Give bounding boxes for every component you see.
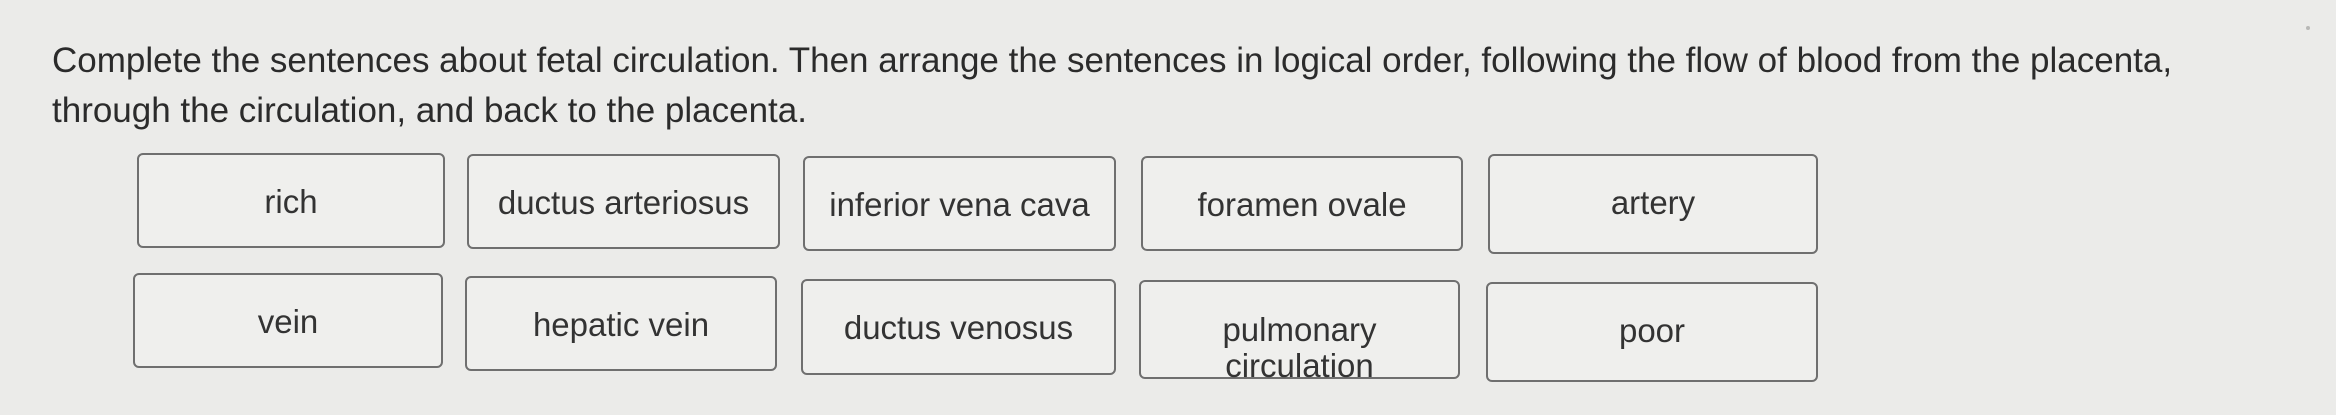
word-tile-label: foramen ovale	[1197, 186, 1407, 223]
word-tile-label: poor	[1618, 312, 1686, 349]
word-tile-label: vein	[257, 303, 319, 340]
word-tile-label: inferior vena cava	[829, 186, 1090, 223]
word-tile-label: ductus venosus	[843, 309, 1074, 346]
word-tile-ductus-arteriosus[interactable]: ductus arteriosus	[467, 154, 780, 249]
word-tile-label: ductus arteriosus	[497, 184, 750, 221]
word-tile-vein[interactable]: vein	[133, 273, 443, 368]
word-tile-label: hepatic vein	[532, 306, 710, 343]
word-tile-hepatic-vein[interactable]: hepatic vein	[465, 276, 777, 371]
word-tile-label: rich	[264, 183, 318, 220]
word-tile-foramen-ovale[interactable]: foramen ovale	[1141, 156, 1463, 251]
scroll-indicator	[2306, 26, 2310, 30]
word-tile-label: artery	[1610, 184, 1696, 221]
word-tile-rich[interactable]: rich	[137, 153, 445, 248]
word-tile-artery[interactable]: artery	[1488, 154, 1818, 254]
word-bank: rich ductus arteriosus inferior vena cav…	[0, 0, 2336, 415]
word-tile-inferior-vena-cava[interactable]: inferior vena cava	[803, 156, 1116, 251]
word-tile-pulmonary-circulation[interactable]: pulmonary circulation	[1139, 280, 1460, 384]
word-tile-label: pulmonary circulation	[1222, 311, 1377, 384]
word-tile-ductus-venosus[interactable]: ductus venosus	[801, 279, 1116, 375]
word-tile-poor[interactable]: poor	[1486, 282, 1818, 382]
